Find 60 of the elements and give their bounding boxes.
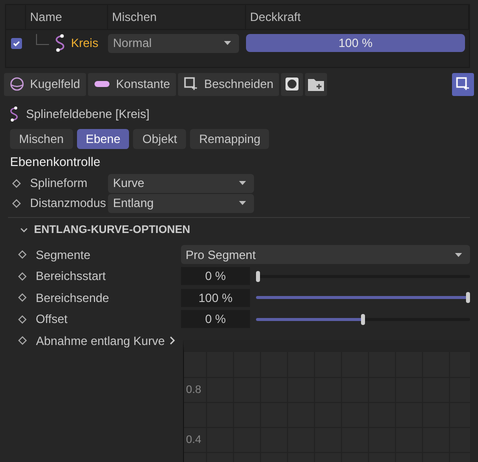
column-header: Deckkraft: [250, 10, 301, 24]
param-label: Splineform: [30, 176, 88, 190]
capsule-icon: [94, 80, 110, 88]
spline-icon: [53, 33, 67, 53]
value-field[interactable]: 100 %: [180, 288, 250, 307]
axis-label: 0.8: [186, 384, 202, 396]
param-label: Offset: [36, 312, 68, 326]
param-label: Segmente: [36, 248, 92, 262]
axis-label: 0.4: [186, 434, 202, 446]
dropdown[interactable]: Pro Segment: [180, 245, 470, 264]
keyframe-icon[interactable]: [18, 336, 27, 346]
caret-icon: [239, 181, 246, 185]
curve-graph[interactable]: 0.8 0.4: [183, 340, 470, 462]
column-header: Name: [30, 10, 62, 24]
tab[interactable]: Objekt: [133, 129, 186, 149]
keyframe-icon[interactable]: [12, 198, 21, 208]
keyframe-icon[interactable]: [18, 250, 27, 260]
keyframe-icon[interactable]: [18, 314, 27, 324]
constant-button[interactable]: Konstante: [88, 72, 176, 96]
value-field[interactable]: 0 %: [180, 267, 250, 286]
crop-icon: [184, 77, 198, 91]
panel-title: Splinefeldebene [Kreis]: [26, 107, 150, 121]
dropdown[interactable]: Entlang: [108, 194, 254, 212]
param-label: Bereichsende: [36, 290, 110, 305]
circle-icon: [285, 77, 300, 91]
param-label: Abnahme entlang Kurve: [36, 334, 165, 348]
keyframe-icon[interactable]: [18, 293, 27, 302]
folder-button[interactable]: [305, 72, 328, 96]
tab[interactable]: Ebene: [76, 129, 130, 149]
param-label: Distanzmodus: [30, 196, 108, 210]
tab[interactable]: Mischen: [10, 129, 73, 149]
tab[interactable]: Remapping: [190, 129, 270, 149]
crop-toggle-button[interactable]: [452, 72, 474, 96]
opacity-slider[interactable]: 100 %: [246, 34, 465, 52]
slider-thumb[interactable]: [361, 314, 366, 325]
spline-icon: [8, 105, 20, 123]
checkbox[interactable]: [10, 38, 22, 48]
column-header: Mischen: [112, 10, 157, 24]
slider-thumb[interactable]: [466, 292, 470, 304]
blend-dropdown[interactable]: Normal: [108, 34, 239, 52]
caret-icon: [224, 41, 231, 45]
folder-add-icon: [308, 78, 324, 90]
caret-icon: [239, 201, 246, 205]
keyframe-icon[interactable]: [12, 178, 21, 188]
chevron-right-icon[interactable]: [168, 336, 176, 346]
crop-icon: [456, 77, 470, 91]
layer-name[interactable]: Kreis: [71, 36, 98, 50]
chevron-down-icon[interactable]: [20, 226, 28, 234]
keyframe-icon[interactable]: [18, 272, 27, 281]
group-title: ENTLANG-KURVE-OPTIONEN: [34, 224, 190, 236]
sphere-icon: [10, 77, 24, 91]
param-label: Bereichsstart: [36, 269, 107, 284]
circle-button[interactable]: [281, 72, 304, 96]
sphere-field-button[interactable]: Kugelfeld: [4, 72, 86, 96]
caret-icon: [455, 252, 462, 257]
value-field[interactable]: 0 %: [180, 310, 250, 328]
clip-button[interactable]: Beschneiden: [178, 72, 280, 96]
dropdown[interactable]: Kurve: [108, 174, 254, 192]
section-title: Ebenenkontrolle: [10, 155, 102, 169]
slider-thumb[interactable]: [256, 270, 260, 282]
